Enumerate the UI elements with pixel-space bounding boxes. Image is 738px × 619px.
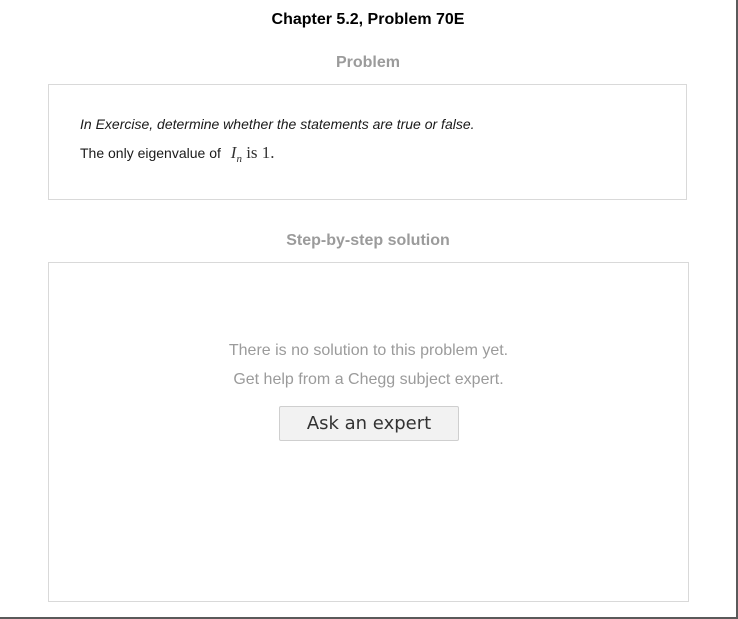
math-suffix: is 1. (241, 143, 275, 162)
problem-instruction: In Exercise, determine whether the state… (80, 116, 475, 132)
statement-text: The only eigenvalue of (80, 145, 221, 161)
problem-heading: Problem (335, 54, 400, 71)
no-solution-message: There is no solution to this problem yet… (228, 342, 509, 359)
math-expression: In is 1. (231, 143, 275, 165)
ask-expert-button[interactable]: Ask an expert (279, 406, 459, 441)
page-title: Chapter 5.2, Problem 70E (271, 11, 465, 28)
problem-panel: In Exercise, determine whether the state… (48, 84, 687, 200)
problem-statement: The only eigenvalue of In is 1. (80, 143, 275, 165)
solution-panel: There is no solution to this problem yet… (48, 262, 689, 602)
solution-heading: Step-by-step solution (286, 232, 450, 249)
expert-help-message: Get help from a Chegg subject expert. (233, 371, 504, 388)
